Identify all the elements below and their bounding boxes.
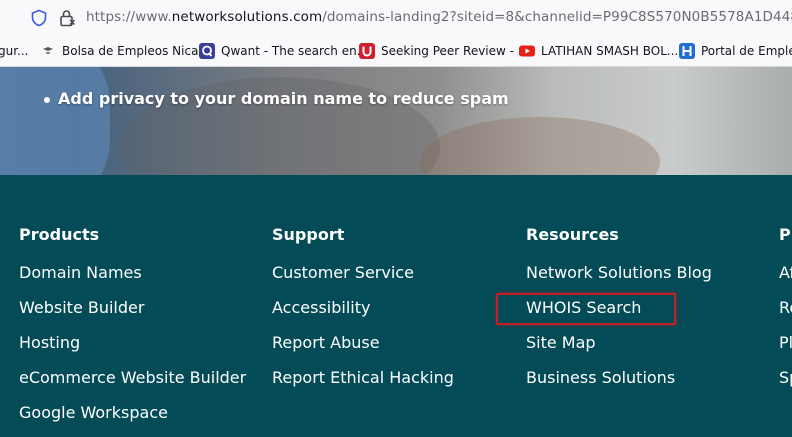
bookmark-item[interactable]: LATIHAN SMASH BOL... bbox=[519, 35, 678, 66]
footer-link-network-solutions-blog[interactable]: Network Solutions Blog bbox=[526, 263, 712, 282]
footer-link-site-map[interactable]: Site Map bbox=[526, 333, 596, 352]
footer-link-ecommerce-website-builder[interactable]: eCommerce Website Builder bbox=[19, 368, 246, 387]
url-path: /domains-landing2?siteid=8&channelid=P99… bbox=[322, 9, 792, 25]
url-prefix: https://www. bbox=[86, 9, 172, 25]
footer-link-google-workspace[interactable]: Google Workspace bbox=[19, 403, 168, 422]
bookmark-label: Qwant - The search en... bbox=[221, 43, 369, 58]
lock-icon[interactable] bbox=[57, 8, 77, 28]
whois-search-highlight-box bbox=[496, 293, 676, 325]
bookmark-label: Bolsa de Empleos Nica... bbox=[62, 43, 210, 58]
bookmarks-toolbar: gur... Bolsa de Empleos Nica... Qwant - … bbox=[0, 35, 792, 67]
portal-empleos-favicon-icon bbox=[679, 42, 695, 59]
footer-link-website-builder[interactable]: Website Builder bbox=[19, 298, 144, 317]
footer-link-partial[interactable]: Re bbox=[779, 298, 792, 317]
footer-link-partial[interactable]: Pl bbox=[779, 333, 792, 352]
bookmark-item[interactable]: Portal de Empleos bbox=[679, 35, 792, 66]
bookmark-item[interactable]: Bolsa de Empleos Nica... bbox=[40, 35, 210, 66]
site-footer: Products Domain Names Website Builder Ho… bbox=[0, 175, 792, 437]
footer-link-report-abuse[interactable]: Report Abuse bbox=[272, 333, 380, 352]
youtube-icon bbox=[519, 45, 535, 56]
hero-bullet-text: Add privacy to your domain name to reduc… bbox=[58, 89, 509, 108]
bullet-dot-icon bbox=[44, 96, 50, 103]
url-host: networksolutions.com bbox=[171, 9, 323, 25]
bookmark-label: Portal de Empleos bbox=[701, 43, 792, 58]
footer-column-title: Support bbox=[272, 225, 345, 244]
bookmark-item[interactable]: gur... bbox=[0, 35, 29, 66]
bookmark-label: gur... bbox=[0, 43, 29, 58]
footer-column-title: Resources bbox=[526, 225, 619, 244]
footer-column-title: Pr bbox=[779, 225, 792, 244]
bookmark-label: Seeking Peer Review - ... bbox=[381, 43, 530, 58]
bookmark-item[interactable]: Qwant - The search en... bbox=[199, 35, 368, 66]
bookmark-label: LATIHAN SMASH BOL... bbox=[541, 43, 679, 58]
qwant-favicon-icon bbox=[199, 42, 215, 59]
footer-link-report-ethical-hacking[interactable]: Report Ethical Hacking bbox=[272, 368, 454, 387]
footer-link-business-solutions[interactable]: Business Solutions bbox=[526, 368, 675, 387]
footer-link-customer-service[interactable]: Customer Service bbox=[272, 263, 414, 282]
footer-link-hosting[interactable]: Hosting bbox=[19, 333, 80, 352]
footer-link-domain-names[interactable]: Domain Names bbox=[19, 263, 142, 282]
hero-banner: Add privacy to your domain name to reduc… bbox=[0, 67, 792, 175]
tracking-protection-shield-icon[interactable] bbox=[30, 9, 48, 27]
footer-link-partial[interactable]: Sp bbox=[779, 368, 792, 387]
hero-photo-shirt bbox=[0, 67, 110, 175]
hero-photo-hand bbox=[420, 117, 660, 175]
footer-link-partial[interactable]: Af bbox=[779, 263, 792, 282]
address-bar[interactable]: https://www.networksolutions.com/domains… bbox=[0, 0, 792, 35]
bolsa-favicon-icon bbox=[43, 46, 53, 54]
url-text[interactable]: https://www.networksolutions.com/domains… bbox=[86, 9, 792, 25]
bookmark-item[interactable]: Seeking Peer Review - ... bbox=[359, 35, 529, 66]
footer-link-accessibility[interactable]: Accessibility bbox=[272, 298, 370, 317]
hero-bullet: Add privacy to your domain name to reduc… bbox=[44, 89, 509, 108]
footer-column-title: Products bbox=[19, 225, 100, 244]
seeking-peer-review-favicon-icon bbox=[359, 42, 375, 59]
